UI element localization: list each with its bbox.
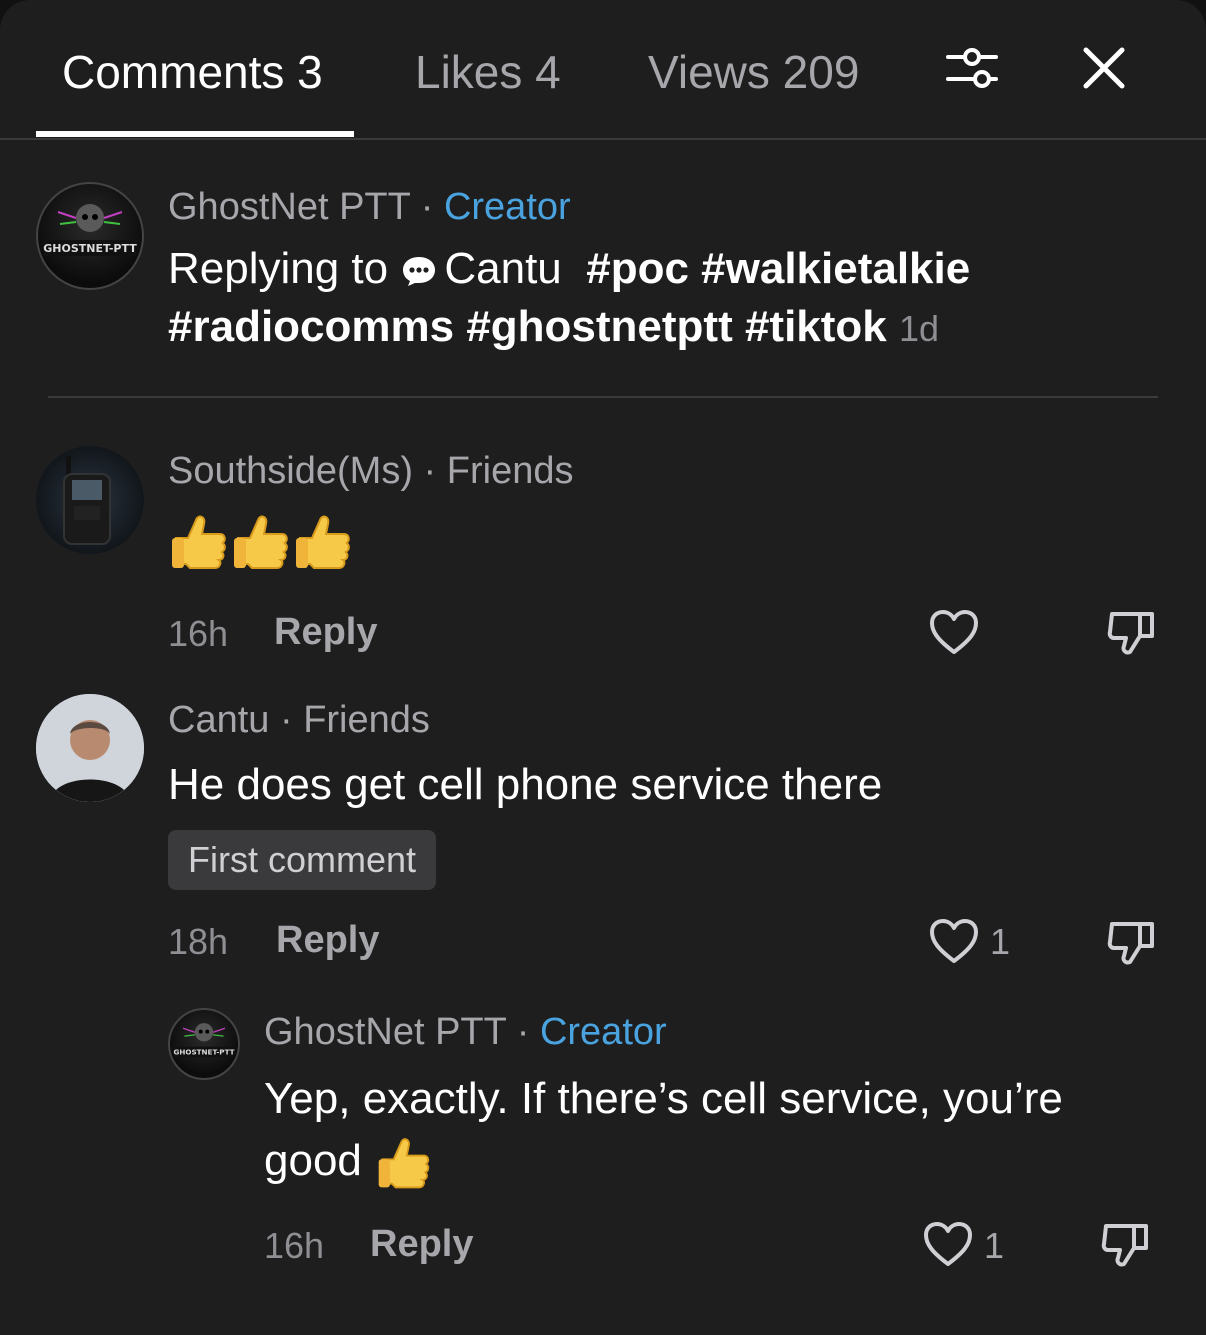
radio-device-icon [63,456,111,545]
dislike-icon[interactable] [1100,1218,1152,1270]
timestamp: 16h [264,1225,325,1266]
separator: · [506,1011,540,1053]
heart-icon[interactable] [928,608,980,656]
body-line-2: good [264,1130,1164,1193]
tab-bar: Comments 3 Likes 4 Views 209 [0,0,1206,140]
friends-label: Friends [446,450,574,492]
filter-icon[interactable] [944,40,1000,96]
author-name[interactable]: GhostNet PTT [168,186,410,228]
reply-button[interactable]: Reply [370,1222,473,1266]
reply-button[interactable]: Reply [274,610,377,654]
hashtags-line-1[interactable]: #poc #walkietalkie [586,244,970,293]
comment-author-line: GhostNet PTT · Creator [264,1009,667,1055]
thumbs-up-emoji [378,1138,430,1189]
like-count: 1 [990,921,1011,962]
divider [48,396,1158,398]
skull-logo-icon: GHOSTNET-PTT [173,1023,235,1058]
chat-bubble-icon [403,257,436,287]
close-icon[interactable] [1080,44,1128,92]
body-line-2: #radiocomms #ghostnetptt #tiktok 1d [168,298,1168,358]
like-count: 1 [984,1225,1005,1266]
comment-author-line: GhostNet PTT · Creator [168,184,571,230]
author-name[interactable]: Cantu [168,699,269,741]
separator: · [269,699,304,741]
person-photo-icon [36,694,144,802]
separator: · [412,450,447,492]
timestamp: 16h [168,613,229,654]
dislike-icon[interactable] [1106,606,1158,658]
creator-label: Creator [539,1011,667,1053]
friends-label: Friends [303,699,430,741]
separator: · [410,186,444,228]
comment-body-emoji [168,510,358,579]
timestamp: 18h [168,921,229,962]
comment-author-line: Cantu · Friends [168,697,430,743]
tab-likes[interactable]: Likes 4 [415,44,561,100]
avatar[interactable] [36,694,144,802]
thumbs-up-emoji [172,515,350,569]
comment-body: Replying to Cantu #poc #walkietalkie #ra… [168,240,1168,358]
heart-icon[interactable] [922,1220,974,1268]
first-comment-badge: First comment [168,830,437,890]
reply-prefix: Replying to [168,244,401,293]
comment-text: He does get cell phone service there [168,760,883,809]
svg-text:GHOSTNET-PTT: GHOSTNET-PTT [173,1047,234,1056]
svg-text:GHOSTNET-PTT: GHOSTNET-PTT [43,242,137,255]
body-line-1: Yep, exactly. If there’s cell service, y… [264,1074,1063,1123]
reply-button[interactable]: Reply [276,918,379,962]
author-name[interactable]: GhostNet PTT [264,1011,506,1053]
tab-comments[interactable]: Comments 3 [62,44,323,100]
timestamp: 1d [899,308,940,349]
comments-panel: Comments 3 Likes 4 Views 209 GHOSTNET-PT [0,0,1206,1335]
creator-label: Creator [443,186,571,228]
tab-views[interactable]: Views 209 [648,44,859,100]
dislike-icon[interactable] [1106,916,1158,968]
avatar[interactable]: GHOSTNET-PTT [168,1008,240,1080]
comment-body: Yep, exactly. If there’s cell service, y… [264,1068,1164,1193]
comment-author-line: Southside(Ms) · Friends [168,448,573,494]
author-name[interactable]: Southside(Ms) [168,450,413,492]
skull-logo-icon: GHOSTNET-PTT [43,204,137,256]
hashtags-line-2[interactable]: #radiocomms #ghostnetptt #tiktok [168,302,887,351]
body-line-2-text: good [264,1136,362,1185]
active-tab-indicator [36,131,354,137]
avatar[interactable]: GHOSTNET-PTT [36,182,144,290]
avatar[interactable] [36,446,144,554]
reply-target-link[interactable]: Cantu [444,244,561,293]
body-line-1: Replying to Cantu #poc #walkietalkie [168,240,1168,298]
heart-icon[interactable] [928,917,980,965]
